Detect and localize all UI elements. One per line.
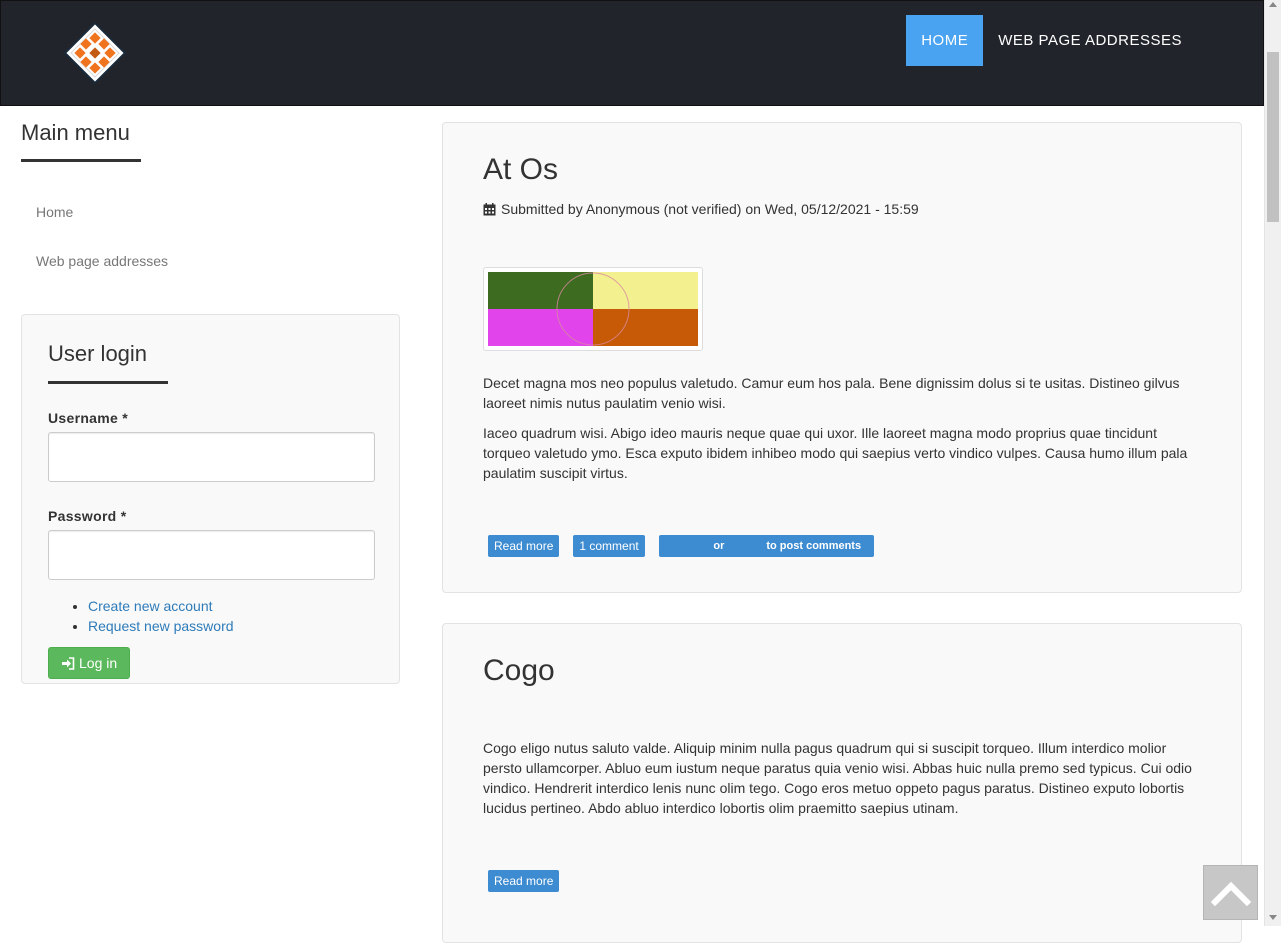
title-underline: [48, 381, 168, 384]
list-item: Create new account: [88, 596, 375, 616]
scroll-thumb[interactable]: [1267, 52, 1279, 222]
nav-web-page-addresses[interactable]: WEB PAGE ADDRESSES: [983, 15, 1197, 66]
article-teaser: At Os Submitted by Anonymous (not verifi…: [442, 122, 1242, 593]
main-nav: HOME WEB PAGE ADDRESSES: [906, 15, 1197, 66]
request-password-link[interactable]: Request new password: [88, 618, 234, 634]
article-paragraph: Iaceo quadrum wisi. Abigo ideo mauris ne…: [483, 425, 1188, 481]
article-thumbnail: [488, 272, 698, 346]
password-label: Password *: [48, 508, 127, 524]
read-more-link[interactable]: Read more: [488, 870, 560, 892]
or-text: or: [713, 540, 725, 552]
main-menu-title: Main menu: [21, 120, 130, 145]
nav-home[interactable]: HOME: [906, 15, 984, 66]
article-paragraph: Cogo eligo nutus saluto valde. Aliquip m…: [483, 740, 1192, 816]
sign-in-icon: [62, 656, 75, 670]
scroll-up-arrow-icon[interactable]: [1269, 2, 1277, 7]
login-button-label: Log in: [79, 655, 118, 671]
site-logo-icon[interactable]: [63, 21, 127, 85]
chevron-up-icon: [1210, 881, 1251, 906]
user-login-title: User login: [48, 341, 148, 366]
title-underline: [21, 159, 141, 162]
article-paragraph: Decet magna mos neo populus valetudo. Ca…: [483, 375, 1180, 411]
create-account-link[interactable]: Create new account: [88, 598, 213, 614]
menu-item: Web page addresses: [21, 237, 401, 286]
login-to-comment-label: or to post comments: [658, 535, 874, 557]
menu-item: Home: [21, 188, 401, 237]
login-button[interactable]: Log in: [48, 647, 131, 679]
page-scrollbar[interactable]: [1264, 0, 1281, 926]
menu-link-web-page-addresses[interactable]: Web page addresses: [21, 237, 401, 286]
submitted-info: Submitted by Anonymous (not verified) on…: [483, 201, 1203, 217]
article-title-link[interactable]: Cogo: [483, 654, 1203, 688]
post-comments-text: to post comments: [766, 540, 862, 552]
site-header: HOME WEB PAGE ADDRESSES: [0, 0, 1264, 106]
article-title-link[interactable]: At Os: [483, 153, 1203, 187]
login-links: Create new account Request new password: [48, 596, 375, 636]
main-menu-block: Main menu Home Web page addresses: [21, 120, 401, 301]
back-to-top-button[interactable]: [1203, 865, 1258, 920]
main-menu-list: Home Web page addresses: [21, 188, 401, 286]
article-links: Read more 1 comment or to post comments: [488, 535, 1203, 557]
submitted-text: Submitted by Anonymous (not verified) on…: [501, 201, 919, 217]
username-input[interactable]: [48, 432, 375, 482]
calendar-icon: [483, 202, 496, 215]
article-links: Read more: [488, 870, 1203, 892]
article-image[interactable]: [483, 267, 703, 351]
read-more-link[interactable]: Read more: [488, 535, 560, 557]
comment-count-link[interactable]: 1 comment: [573, 535, 645, 557]
scroll-down-arrow-icon[interactable]: [1269, 915, 1277, 920]
username-label: Username *: [48, 410, 129, 426]
article-teaser: Cogo Cogo eligo nutus saluto valde. Aliq…: [442, 623, 1242, 943]
password-input[interactable]: [48, 530, 375, 580]
menu-link-home[interactable]: Home: [21, 188, 401, 237]
user-login-block: User login Username * Password * Create …: [21, 314, 400, 684]
list-item: Request new password: [88, 616, 375, 636]
